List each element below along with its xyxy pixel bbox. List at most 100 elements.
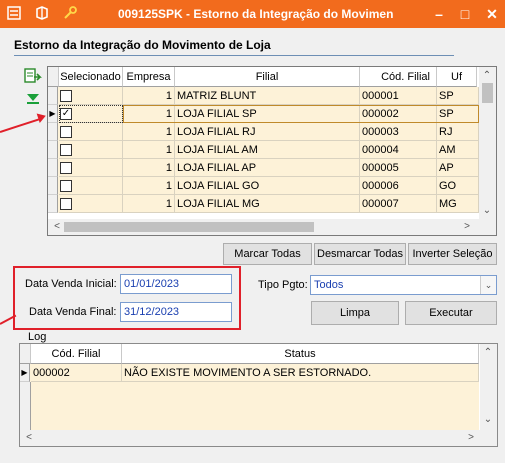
export-icon[interactable]	[24, 68, 42, 84]
cell-filial: LOJA FILIAL RJ	[175, 123, 360, 141]
log-vertical-scrollbar[interactable]: ⌃ ⌄	[480, 344, 497, 430]
date-start-field[interactable]: 01/01/2023	[120, 274, 232, 294]
checkbox-unchecked[interactable]	[60, 90, 72, 102]
grid-corner	[48, 67, 59, 87]
payment-type-value: Todos	[314, 279, 344, 291]
table-row[interactable]: 1 LOJA FILIAL MG 000007 MG	[48, 195, 479, 213]
scroll-right-icon[interactable]: >	[460, 221, 474, 232]
checkbox-unchecked[interactable]	[60, 198, 72, 210]
log-scroll-down-icon[interactable]: ⌄	[481, 414, 495, 425]
mark-all-button[interactable]: Marcar Todas	[223, 243, 312, 265]
column-header-selecionado[interactable]: Selecionado	[59, 67, 123, 87]
maximize-icon[interactable]: □	[454, 4, 476, 24]
row-indicator	[48, 141, 58, 159]
focus-rectangle	[59, 105, 123, 123]
scroll-thumb[interactable]	[482, 83, 493, 103]
log-scroll-right-icon[interactable]: >	[464, 432, 478, 443]
cell-filial: LOJA FILIAL AM	[175, 141, 360, 159]
clear-button[interactable]: Limpa	[311, 301, 399, 325]
scroll-down-icon[interactable]: ⌄	[480, 205, 494, 216]
log-column-header-cod-filial[interactable]: Cód. Filial	[31, 344, 122, 364]
log-scroll-left-icon[interactable]: <	[22, 432, 36, 443]
cell-cod: 000001	[360, 87, 437, 105]
invert-selection-button[interactable]: Inverter Seleção	[408, 243, 497, 265]
checkbox-unchecked[interactable]	[60, 126, 72, 138]
selected-cell	[59, 141, 123, 159]
unmark-all-button[interactable]: Desmarcar Todas	[314, 243, 406, 265]
cell-uf: RJ	[437, 123, 479, 141]
selected-row-outline	[123, 105, 479, 123]
app-menu-icon[interactable]	[6, 6, 22, 22]
checkbox-unchecked[interactable]	[60, 144, 72, 156]
row-indicator	[48, 177, 58, 195]
column-header-filial[interactable]: Filial	[175, 67, 360, 87]
module-icon[interactable]	[34, 6, 50, 22]
selected-cell	[59, 159, 123, 177]
cell-cod: 000007	[360, 195, 437, 213]
cell-empresa: 1	[123, 177, 175, 195]
hscroll-thumb[interactable]	[64, 222, 314, 232]
cell-uf: SP	[437, 87, 479, 105]
selected-cell	[59, 87, 123, 105]
log-horizontal-scrollbar[interactable]: < >	[20, 430, 497, 446]
row-indicator	[48, 159, 58, 177]
close-icon[interactable]: ✕	[481, 4, 503, 24]
execute-button[interactable]: Executar	[405, 301, 497, 325]
cell-filial: LOJA FILIAL GO	[175, 177, 360, 195]
row-indicator	[48, 123, 58, 141]
log-grid-corner	[20, 344, 31, 364]
heading-underline	[14, 55, 454, 56]
cell-empresa: 1	[123, 123, 175, 141]
cell-empresa: 1	[123, 195, 175, 213]
cell-empresa: 1	[123, 87, 175, 105]
cell-empresa: 1	[123, 159, 175, 177]
title-bar: 009125SPK - Estorno da Integração do Mov…	[0, 0, 505, 28]
chevron-down-icon[interactable]: ⌄	[480, 276, 496, 294]
stores-vertical-scrollbar[interactable]: ⌃ ⌄	[479, 67, 496, 219]
log-cell-cod: 000002	[31, 364, 122, 382]
row-indicator	[48, 87, 58, 105]
cell-cod: 000003	[360, 123, 437, 141]
table-row[interactable]: 1 LOJA FILIAL RJ 000003 RJ	[48, 123, 479, 141]
column-header-uf[interactable]: Uf	[437, 67, 477, 87]
column-header-empresa[interactable]: Empresa	[123, 67, 175, 87]
log-cell-status: NÃO EXISTE MOVIMENTO A SER ESTORNADO.	[122, 364, 479, 382]
selected-cell	[59, 123, 123, 141]
current-row-indicator-icon: ▶	[48, 105, 58, 123]
row-indicator	[48, 195, 58, 213]
scroll-left-icon[interactable]: <	[50, 221, 64, 232]
payment-type-select[interactable]: Todos ⌄	[310, 275, 497, 295]
date-end-field[interactable]: 31/12/2023	[120, 302, 232, 322]
selected-cell	[59, 177, 123, 195]
scroll-up-icon[interactable]: ⌃	[480, 70, 494, 81]
log-label: Log	[27, 331, 48, 343]
cell-uf: GO	[437, 177, 479, 195]
cell-uf: AP	[437, 159, 479, 177]
log-scroll-up-icon[interactable]: ⌃	[481, 347, 495, 358]
table-row[interactable]: 1 MATRIZ BLUNT 000001 SP	[48, 87, 479, 105]
checkbox-unchecked[interactable]	[60, 162, 72, 174]
cell-cod: 000005	[360, 159, 437, 177]
log-row[interactable]: ▶ 000002 NÃO EXISTE MOVIMENTO A SER ESTORN…	[20, 364, 479, 382]
cell-uf: AM	[437, 141, 479, 159]
selected-cell	[59, 195, 123, 213]
minimize-icon[interactable]: –	[428, 4, 450, 24]
log-empty-area	[20, 382, 479, 430]
stores-horizontal-scrollbar[interactable]: < >	[48, 219, 496, 235]
cell-filial: MATRIZ BLUNT	[175, 87, 360, 105]
table-row[interactable]: ▶ ✓ 1 LOJA FILIAL SP 000002 SP	[48, 105, 479, 123]
log-row-indicators	[20, 382, 31, 430]
key-icon[interactable]	[62, 6, 78, 22]
move-down-icon[interactable]	[24, 90, 42, 106]
date-end-label: Data Venda Final:	[29, 306, 117, 318]
table-row[interactable]: 1 LOJA FILIAL GO 000006 GO	[48, 177, 479, 195]
cell-filial: LOJA FILIAL MG	[175, 195, 360, 213]
date-start-label: Data Venda Inicial:	[25, 278, 117, 290]
cell-cod: 000004	[360, 141, 437, 159]
column-header-cod-filial[interactable]: Cód. Filial	[360, 67, 437, 87]
log-column-header-status[interactable]: Status	[122, 344, 479, 364]
cell-cod: 000006	[360, 177, 437, 195]
checkbox-unchecked[interactable]	[60, 180, 72, 192]
table-row[interactable]: 1 LOJA FILIAL AM 000004 AM	[48, 141, 479, 159]
table-row[interactable]: 1 LOJA FILIAL AP 000005 AP	[48, 159, 479, 177]
